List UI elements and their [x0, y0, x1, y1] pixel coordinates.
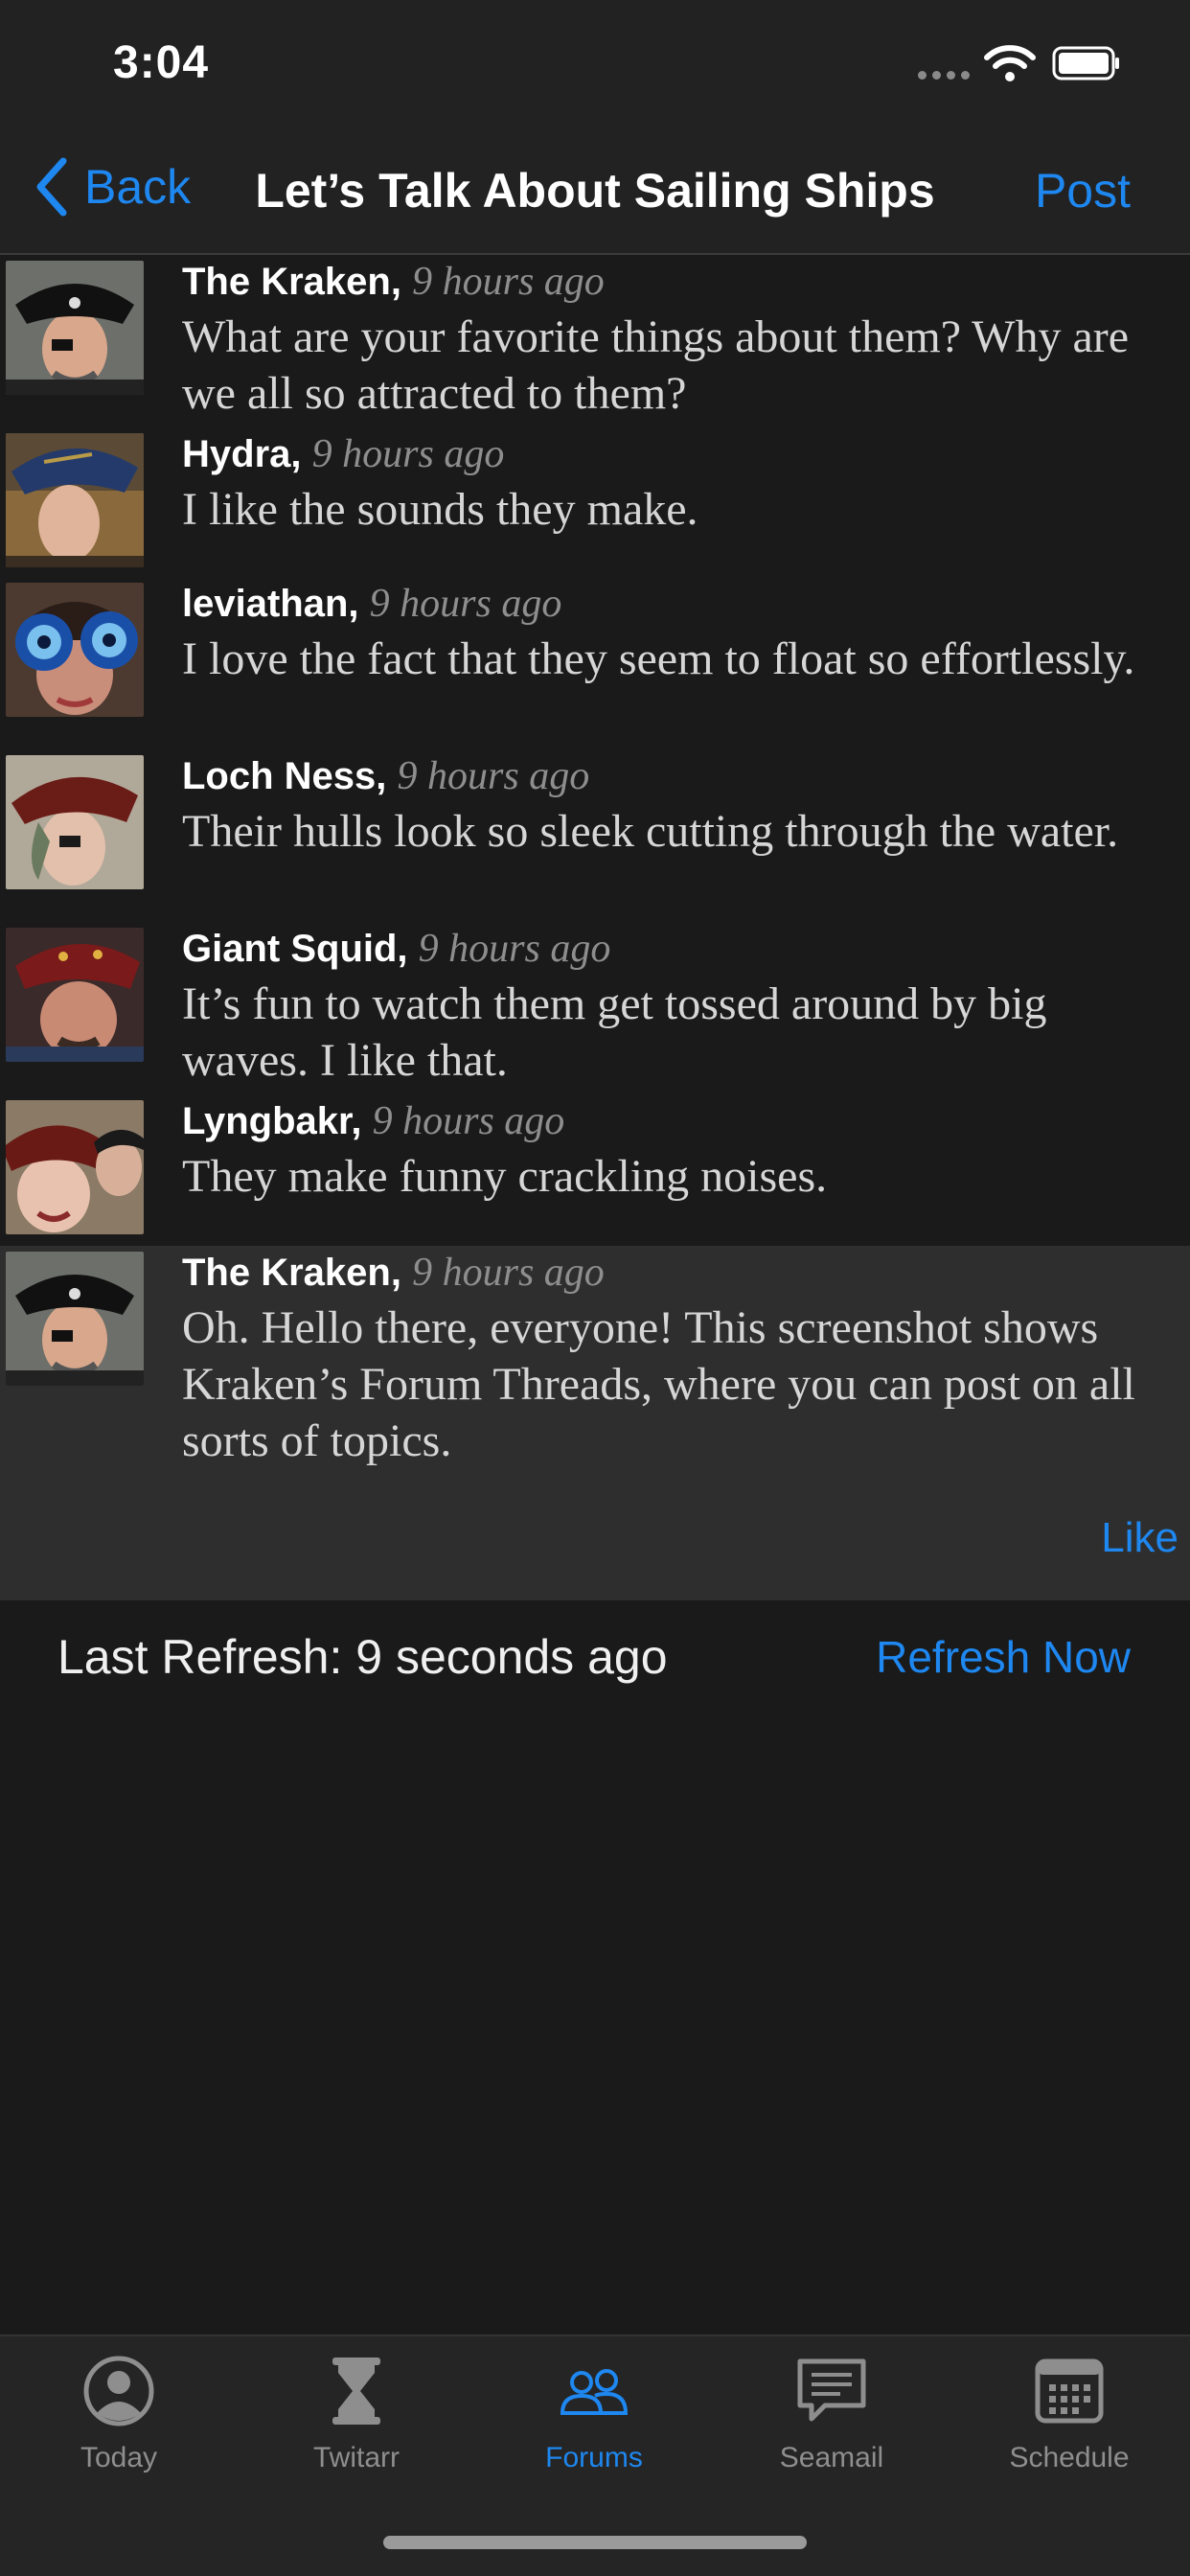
chat-bubble-icon — [797, 2358, 866, 2422]
post-text: I love the fact that they seem to float … — [182, 633, 1135, 684]
status-time: 3:04 — [113, 37, 210, 88]
post-header: The Kraken, 9 hours ago — [182, 1246, 1161, 1300]
post-text: It’s fun to watch them get tossed around… — [182, 978, 1047, 1086]
post-time: 9 hours ago — [397, 754, 590, 798]
tab-today[interactable]: Today — [23, 2354, 215, 2474]
post-author[interactable]: Hydra, — [182, 433, 302, 475]
post-author[interactable]: Lyngbakr, — [182, 1100, 361, 1142]
avatar — [6, 1100, 144, 1234]
calendar-icon — [1035, 2358, 1104, 2424]
post-time: 9 hours ago — [418, 927, 611, 971]
avatar — [6, 755, 144, 889]
tab-seamail[interactable]: Seamail — [736, 2354, 927, 2474]
post-header: The Kraken, 9 hours ago — [182, 255, 1161, 309]
post-time: 9 hours ago — [412, 260, 605, 304]
post-body: Giant Squid, 9 hours ago It’s fun to wat… — [182, 922, 1161, 1089]
post-body: Hydra, 9 hours ago I like the sounds the… — [182, 427, 1161, 538]
avatar — [6, 433, 144, 567]
hourglass-icon — [332, 2358, 380, 2425]
post-author[interactable]: Giant Squid, — [182, 928, 408, 970]
forum-post[interactable]: leviathan, 9 hours ago I love the fact t… — [0, 577, 1190, 749]
tab-label: Forums — [545, 2442, 643, 2473]
forum-thread: The Kraken, 9 hours ago What are your fa… — [0, 255, 1190, 1600]
wifi-icon — [984, 45, 1036, 81]
avatar — [6, 1252, 144, 1386]
forum-post-selected[interactable]: The Kraken, 9 hours ago Oh. Hello there,… — [0, 1246, 1190, 1600]
back-label: Back — [84, 160, 192, 214]
forum-post[interactable]: Lyngbakr, 9 hours ago They make funny cr… — [0, 1094, 1190, 1246]
tab-label: Seamail — [779, 2442, 884, 2473]
post-body: The Kraken, 9 hours ago What are your fa… — [182, 255, 1161, 422]
refresh-area: Last Refresh: 9 seconds ago Refresh Now — [0, 1595, 1190, 1723]
post-text: I like the sounds they make. — [182, 484, 698, 535]
post-text: Oh. Hello there, everyone! This screensh… — [182, 1302, 1135, 1466]
post-button[interactable]: Post — [1035, 163, 1131, 218]
post-header: Loch Ness, 9 hours ago — [182, 749, 1161, 803]
tab-label: Schedule — [1009, 2442, 1130, 2473]
post-time: 9 hours ago — [369, 582, 562, 626]
avatar — [6, 261, 144, 395]
post-text: Their hulls look so sleek cutting throug… — [182, 806, 1119, 857]
post-header: Giant Squid, 9 hours ago — [182, 922, 1161, 976]
post-header: Lyngbakr, 9 hours ago — [182, 1094, 1161, 1148]
post-header: leviathan, 9 hours ago — [182, 577, 1161, 631]
post-body: leviathan, 9 hours ago I love the fact t… — [182, 577, 1161, 687]
home-indicator[interactable] — [383, 2536, 807, 2549]
person-circle-icon — [83, 2356, 154, 2426]
status-bar: 3:04 — [0, 0, 1190, 125]
post-author[interactable]: leviathan, — [182, 583, 359, 625]
battery-icon — [1052, 46, 1119, 80]
post-author[interactable]: The Kraken, — [182, 261, 401, 303]
post-time: 9 hours ago — [311, 432, 505, 476]
cellular-signal-icon — [918, 71, 970, 80]
like-button[interactable]: Like — [1101, 1514, 1179, 1562]
post-text: What are your favorite things about them… — [182, 311, 1130, 419]
last-refresh-label: Last Refresh: 9 seconds ago — [57, 1630, 668, 1684]
avatar — [6, 928, 144, 1062]
post-header: Hydra, 9 hours ago — [182, 427, 1161, 481]
tab-label: Today — [80, 2442, 158, 2473]
screen: 3:04 Let’s Talk About Sailing Ships Back… — [0, 0, 1190, 2576]
post-time: 9 hours ago — [412, 1251, 605, 1295]
tab-label: Twitarr — [313, 2442, 400, 2473]
post-body: Lyngbakr, 9 hours ago They make funny cr… — [182, 1094, 1161, 1205]
forum-post[interactable]: Loch Ness, 9 hours ago Their hulls look … — [0, 749, 1190, 922]
forum-post[interactable]: Hydra, 9 hours ago I like the sounds the… — [0, 427, 1190, 577]
post-author[interactable]: Loch Ness, — [182, 755, 386, 797]
tab-forums[interactable]: Forums — [498, 2354, 690, 2474]
refresh-now-button[interactable]: Refresh Now — [876, 1631, 1131, 1683]
tab-twitarr[interactable]: Twitarr — [261, 2354, 452, 2474]
navigation-bar: Let’s Talk About Sailing Ships Back Post — [0, 125, 1190, 255]
post-author[interactable]: The Kraken, — [182, 1252, 401, 1294]
forum-post[interactable]: Giant Squid, 9 hours ago It’s fun to wat… — [0, 922, 1190, 1094]
post-time: 9 hours ago — [372, 1099, 565, 1143]
back-button[interactable]: Back — [34, 153, 191, 220]
tab-schedule[interactable]: Schedule — [973, 2354, 1165, 2474]
post-text: They make funny crackling noises. — [182, 1151, 828, 1202]
forum-post[interactable]: The Kraken, 9 hours ago What are your fa… — [0, 255, 1190, 427]
post-body: The Kraken, 9 hours ago Oh. Hello there,… — [182, 1246, 1161, 1469]
avatar — [6, 583, 144, 717]
post-body: Loch Ness, 9 hours ago Their hulls look … — [182, 749, 1161, 860]
people-icon — [560, 2369, 629, 2415]
chevron-left-icon — [36, 157, 67, 217]
